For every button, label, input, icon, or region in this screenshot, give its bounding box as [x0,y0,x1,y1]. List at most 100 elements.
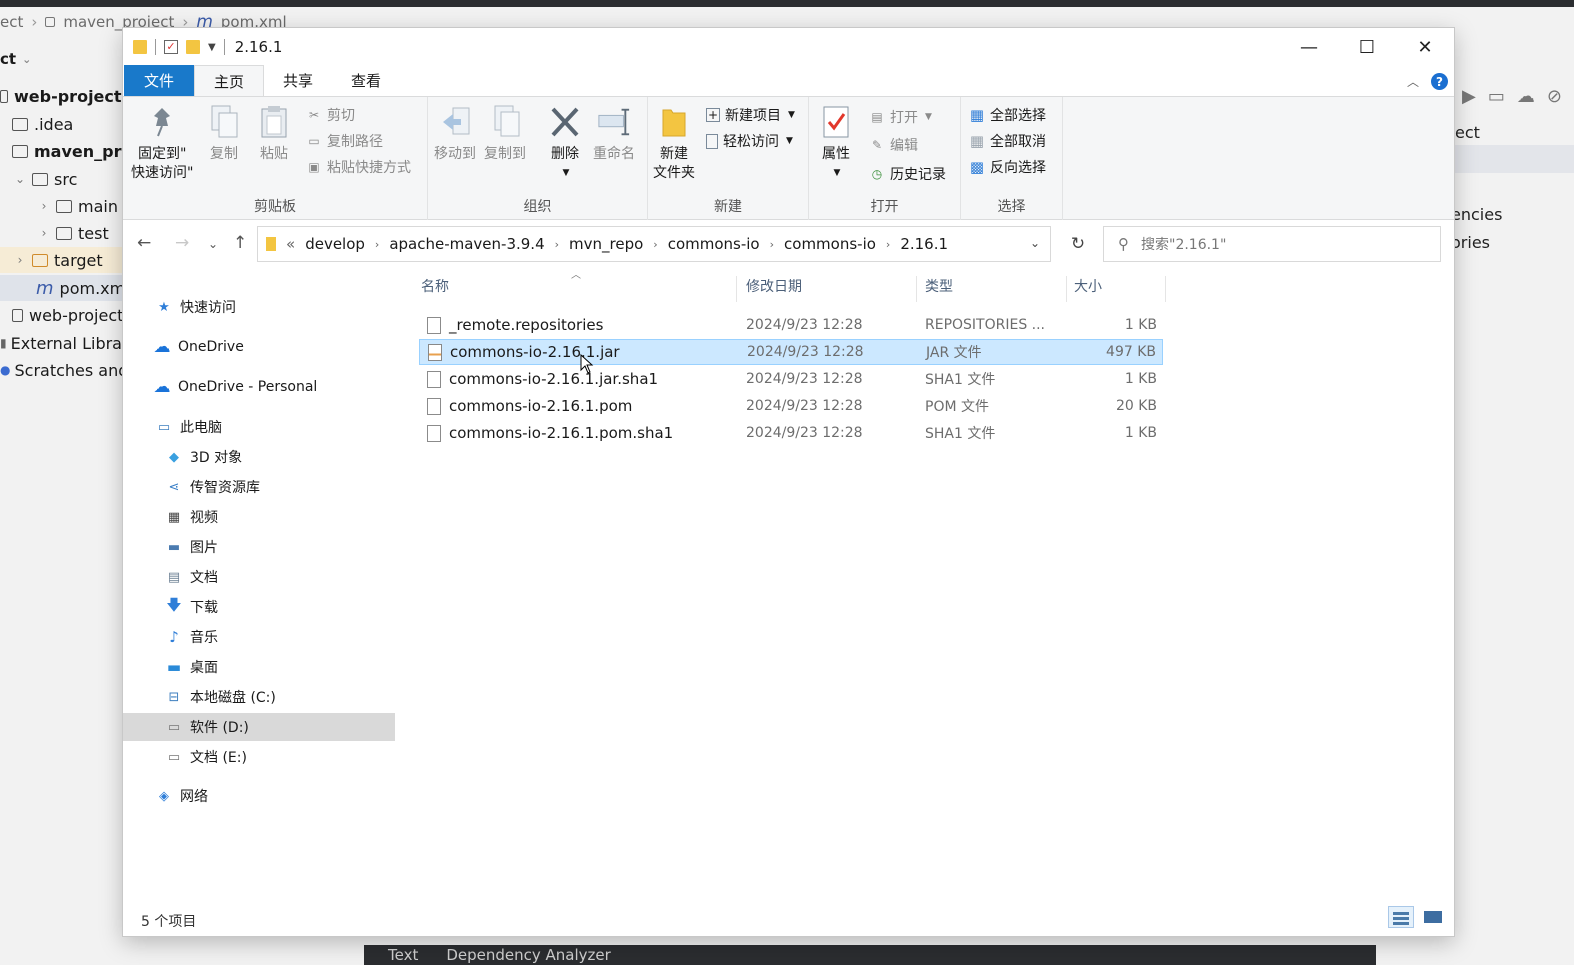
cut-button[interactable]: ✂ 剪切 [306,105,355,125]
paste-shortcut-button[interactable]: ▣ 粘贴快捷方式 [306,157,411,177]
history-button[interactable]: ◷ 历史记录 [869,164,946,184]
nav-item-downloads[interactable]: 🡇 下载 [123,593,395,621]
tree-item[interactable]: web-project [12,302,123,328]
column-divider[interactable] [1165,276,1166,302]
nav-item-resource-library[interactable]: ⋖ 传智资源库 [123,473,395,501]
nav-item-quick-access[interactable]: ★ 快速访问 [123,293,395,321]
chevron-right-icon[interactable]: › [36,226,52,240]
nav-item-videos[interactable]: ▦ 视频 [123,503,395,531]
nav-item-this-pc[interactable]: ▭ 此电脑 [123,413,395,441]
customize-dropdown-icon[interactable]: ▼ [208,42,216,53]
recent-locations-icon[interactable]: ⌄ [208,237,218,251]
file-row[interactable]: commons-io-2.16.1.pom.sha1 2024/9/23 12:… [419,420,1163,446]
chevron-down-icon[interactable]: ⌄ [1030,236,1040,250]
nav-item-drive-e[interactable]: ▭ 文档 (E:) [123,743,395,771]
run-icon[interactable]: ▶ [1462,86,1476,107]
ide-bottom-tab[interactable]: Text [388,946,418,964]
help-icon[interactable]: ? [1431,73,1448,90]
nav-item-drive-d[interactable]: ▭ 软件 (D:) [123,713,395,741]
select-none-button[interactable]: ▦ 全部取消 [969,131,1046,151]
tree-item[interactable]: .idea [12,111,73,137]
copy-button[interactable]: 复制 [207,103,241,164]
column-divider[interactable] [1066,276,1067,302]
column-divider[interactable] [916,276,917,302]
forward-arrow-icon[interactable]: → [175,233,189,253]
overflow-crumbs-icon[interactable]: « [286,235,295,253]
file-row[interactable]: commons-io-2.16.1.pom 2024/9/23 12:28 PO… [419,393,1163,419]
breadcrumb-item[interactable]: mvn_repo [569,235,643,253]
tree-item[interactable]: ▮ External Librari [0,330,133,356]
large-icons-view-icon[interactable] [1420,906,1446,928]
chevron-right-icon[interactable]: › [886,238,890,251]
nav-item-pictures[interactable]: ▬ 图片 [123,533,395,561]
move-to-button[interactable]: 移动到 [434,103,476,164]
copy-to-button[interactable]: 复制到 [484,103,526,164]
edit-button[interactable]: ✎ 编辑 [869,135,918,155]
tree-item[interactable]: m pom.xml [0,275,130,301]
up-arrow-icon[interactable]: ↑ [233,233,247,253]
chevron-right-icon[interactable]: › [770,238,774,251]
chevron-right-icon[interactable]: › [653,238,657,251]
tree-item[interactable]: ⌄ src [12,166,77,192]
rename-button[interactable]: 重命名 [593,103,635,164]
search-box[interactable]: ⚲ 搜索"2.16.1" [1103,226,1441,262]
chevron-right-icon[interactable]: › [555,238,559,251]
file-row[interactable]: commons-io-2.16.1.jar.sha1 2024/9/23 12:… [419,366,1163,392]
chevron-right-icon[interactable]: › [12,253,28,267]
new-folder-icon[interactable] [186,40,200,54]
dropdown-arrow-icon[interactable]: ▼ [834,164,841,183]
minimize-button[interactable]: — [1280,28,1338,66]
tree-item[interactable]: › main [36,193,118,219]
ide-crumb[interactable]: ect [0,13,23,31]
back-arrow-icon[interactable]: ← [137,233,151,253]
tab-home[interactable]: 主页 [194,65,265,96]
chevron-down-icon[interactable]: ⌄ [22,53,31,66]
file-row[interactable]: commons-io-2.16.1.jar 2024/9/23 12:28 JA… [419,339,1163,365]
properties-button[interactable]: 属性 ▼ [819,103,853,183]
open-button[interactable]: ▤ 打开 ▼ [869,107,932,127]
cloud-off-icon[interactable]: ☁ [1517,86,1535,107]
breadcrumb-item[interactable]: apache-maven-3.9.4 [389,235,544,253]
paste-button[interactable]: 粘贴 [257,103,291,164]
new-folder-button[interactable]: 新建 文件夹 [653,103,695,183]
chevron-down-icon[interactable]: ⌄ [12,172,28,186]
tree-item[interactable]: web-project [0,83,122,109]
new-item-button[interactable]: + 新建项目 ▼ [706,105,795,125]
details-view-icon[interactable] [1388,906,1414,928]
nav-item-drive-c[interactable]: ⊟ 本地磁盘 (C:) [123,683,395,711]
nav-item-network[interactable]: ◈ 网络 [123,782,395,810]
easy-access-button[interactable]: 轻松访问 ▼ [706,131,793,151]
disabled-icon[interactable]: ⊘ [1547,86,1562,107]
tree-item[interactable]: › target [0,247,125,273]
column-header-name[interactable]: 名称 [421,276,449,300]
copy-path-button[interactable]: ▭ 复制路径 [306,131,383,151]
ide-bottom-tab[interactable]: Dependency Analyzer [446,946,610,964]
pin-quick-access-button[interactable]: 固定到" 快速访问" [131,103,193,183]
select-all-button[interactable]: ▦ 全部选择 [969,105,1046,125]
close-button[interactable]: ✕ [1396,28,1454,66]
nav-item-onedrive[interactable]: ☁ OneDrive [123,333,395,361]
column-divider[interactable] [736,276,737,302]
project-selector-label[interactable]: ct [0,50,16,68]
tab-view[interactable]: 查看 [332,65,400,96]
tree-item[interactable]: › test [36,220,109,246]
address-bar[interactable]: « develop › apache-maven-3.9.4 › mvn_rep… [257,226,1051,262]
column-header-type[interactable]: 类型 [925,276,953,300]
tab-file[interactable]: 文件 [124,65,195,96]
chevron-right-icon[interactable]: › [375,238,379,251]
nav-item-desktop[interactable]: ▬ 桌面 [123,653,395,681]
nav-item-3d-objects[interactable]: ◆ 3D 对象 [123,443,395,471]
collapse-ribbon-icon[interactable]: ︿ [1407,73,1419,90]
refresh-icon[interactable]: ↻ [1060,226,1096,262]
column-header-date[interactable]: 修改日期 [746,276,802,300]
file-row[interactable]: _remote.repositories 2024/9/23 12:28 REP… [419,312,1163,338]
dropdown-arrow-icon[interactable]: ▼ [563,164,570,183]
delete-button[interactable]: 删除 ▼ [548,103,582,183]
properties-icon[interactable]: ✓ [164,40,178,54]
maximize-button[interactable]: ☐ [1338,28,1396,66]
tab-share[interactable]: 共享 [264,65,332,96]
nav-item-onedrive-personal[interactable]: ☁ OneDrive - Personal [123,373,395,401]
breadcrumb-item[interactable]: 2.16.1 [900,235,948,253]
chevron-right-icon[interactable]: › [36,199,52,213]
nav-item-music[interactable]: ♪ 音乐 [123,623,395,651]
